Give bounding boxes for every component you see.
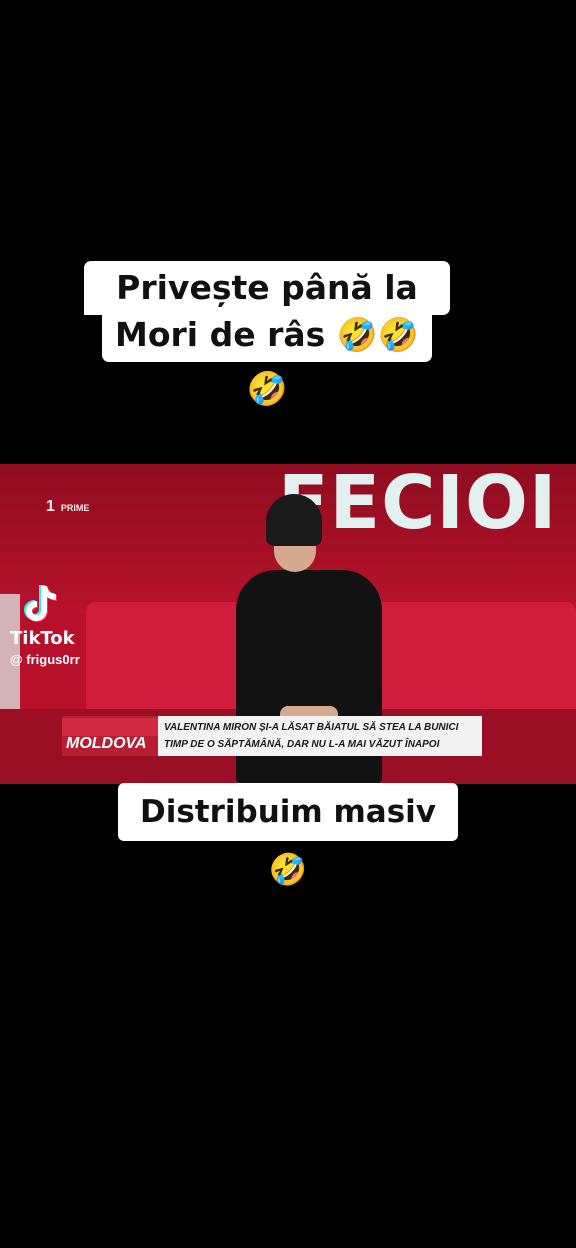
caption-top-line1: Privește până la final <box>84 261 450 361</box>
headline-line1: VALENTINA MIRON ȘI-A LĂSAT BĂIATUL SĂ ST… <box>164 722 459 733</box>
creator-handle: @ frigus0rr <box>10 652 80 667</box>
laughing-emoji-icon: 🤣 <box>268 852 308 888</box>
tiktok-watermark: TikTok @ frigus0rr <box>10 580 120 670</box>
channel-name: PRIME <box>60 503 90 513</box>
caption-bottom: Distribuim masiv 🤣 <box>118 783 458 888</box>
caption-top-line2: Mori de râs 🤣🤣🤣 <box>102 308 432 408</box>
tiktok-logo-icon <box>24 580 64 624</box>
caption-top-line2-text: Mori de râs <box>115 315 326 354</box>
show-name-top-bar <box>62 718 158 736</box>
channel-number: 1 <box>46 498 55 515</box>
show-name: MOLDOVA <box>66 735 147 752</box>
headline-line2: TIMP DE O SĂPTĂMÂNĂ, DAR NU L-A MAI VĂZU… <box>164 739 440 750</box>
news-lower-third: MOLDOVA VALENTINA MIRON ȘI-A LĂSAT BĂIAT… <box>62 716 482 756</box>
presenter-hat <box>266 494 322 546</box>
tiktok-brand: TikTok <box>10 628 75 649</box>
show-name-box: MOLDOVA <box>62 716 158 756</box>
caption-bottom-text: Distribuim masiv <box>139 794 437 830</box>
headline-box: VALENTINA MIRON ȘI-A LĂSAT BĂIATUL SĂ ST… <box>158 716 482 756</box>
channel-logo: 1 PRIME <box>46 498 89 516</box>
